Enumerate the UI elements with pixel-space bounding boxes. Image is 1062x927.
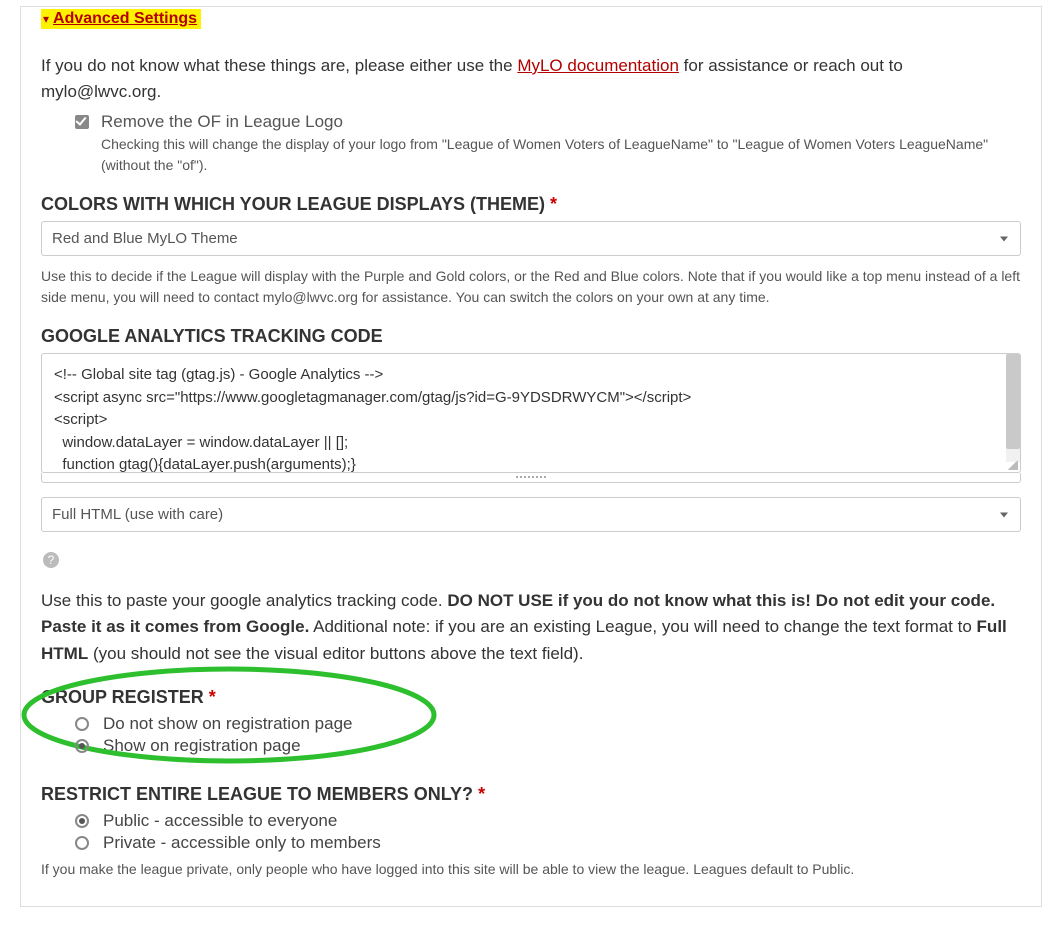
restrict-opt1-label: Public - accessible to everyone: [103, 811, 337, 831]
scrollbar-thumb[interactable]: [1006, 354, 1020, 449]
text-format-select[interactable]: Full HTML (use with care): [41, 497, 1021, 532]
triangle-down-icon: ▾: [43, 12, 49, 26]
theme-selected-value: Red and Blue MyLO Theme: [52, 230, 238, 247]
group-register-heading: GROUP REGISTER *: [41, 687, 1021, 708]
chevron-down-icon: [1000, 512, 1008, 517]
chevron-down-icon: [1000, 236, 1008, 241]
ga-help-mid: Additional note: if you are an existing …: [313, 617, 976, 636]
ga-code-content: <!-- Global site tag (gtag.js) - Google …: [54, 366, 691, 473]
theme-select[interactable]: Red and Blue MyLO Theme: [41, 221, 1021, 256]
theme-help: Use this to decide if the League will di…: [41, 266, 1021, 308]
restrict-help: If you make the league private, only peo…: [41, 859, 1021, 880]
theme-heading-text: COLORS WITH WHICH YOUR LEAGUE DISPLAYS (…: [41, 194, 545, 214]
group-register-opt1-label: Do not show on registration page: [103, 714, 353, 734]
advanced-settings-label: Advanced Settings: [53, 10, 197, 28]
remove-of-help: Checking this will change the display of…: [101, 134, 1021, 176]
restrict-opt2-label: Private - accessible only to members: [103, 833, 381, 853]
ga-help-text: Use this to paste your google analytics …: [41, 588, 1021, 667]
ga-help-prefix: Use this to paste your google analytics …: [41, 591, 447, 610]
intro-text: If you do not know what these things are…: [41, 53, 1021, 104]
remove-of-label: Remove the OF in League Logo: [101, 112, 343, 132]
group-register-radio-show[interactable]: [75, 739, 89, 753]
advanced-settings-panel: ▾ Advanced Settings If you do not know w…: [20, 6, 1042, 907]
scrollbar[interactable]: [1006, 354, 1020, 462]
advanced-settings-toggle[interactable]: ▾ Advanced Settings: [41, 9, 201, 29]
ga-help-suffix: (you should not see the visual editor bu…: [93, 644, 583, 663]
textarea-drag-handle[interactable]: [41, 473, 1021, 483]
remove-of-checkbox[interactable]: [75, 115, 89, 129]
mylo-documentation-link[interactable]: MyLO documentation: [517, 56, 679, 75]
help-icon[interactable]: ?: [43, 552, 59, 568]
intro-prefix: If you do not know what these things are…: [41, 56, 517, 75]
restrict-heading: RESTRICT ENTIRE LEAGUE TO MEMBERS ONLY? …: [41, 784, 1021, 805]
required-asterisk: *: [550, 194, 557, 214]
theme-heading: COLORS WITH WHICH YOUR LEAGUE DISPLAYS (…: [41, 194, 1021, 215]
group-register-heading-text: GROUP REGISTER: [41, 687, 204, 707]
restrict-radio-public[interactable]: [75, 814, 89, 828]
restrict-heading-text: RESTRICT ENTIRE LEAGUE TO MEMBERS ONLY?: [41, 784, 473, 804]
group-register-opt2-label: Show on registration page: [103, 736, 301, 756]
required-asterisk: *: [209, 687, 216, 707]
required-asterisk: *: [478, 784, 485, 804]
ga-code-textarea[interactable]: <!-- Global site tag (gtag.js) - Google …: [41, 353, 1021, 473]
group-register-radio-hide[interactable]: [75, 717, 89, 731]
ga-heading: GOOGLE ANALYTICS TRACKING CODE: [41, 326, 1021, 347]
restrict-radio-private[interactable]: [75, 836, 89, 850]
text-format-selected-value: Full HTML (use with care): [52, 506, 223, 523]
resize-handle-icon[interactable]: [1008, 460, 1018, 470]
